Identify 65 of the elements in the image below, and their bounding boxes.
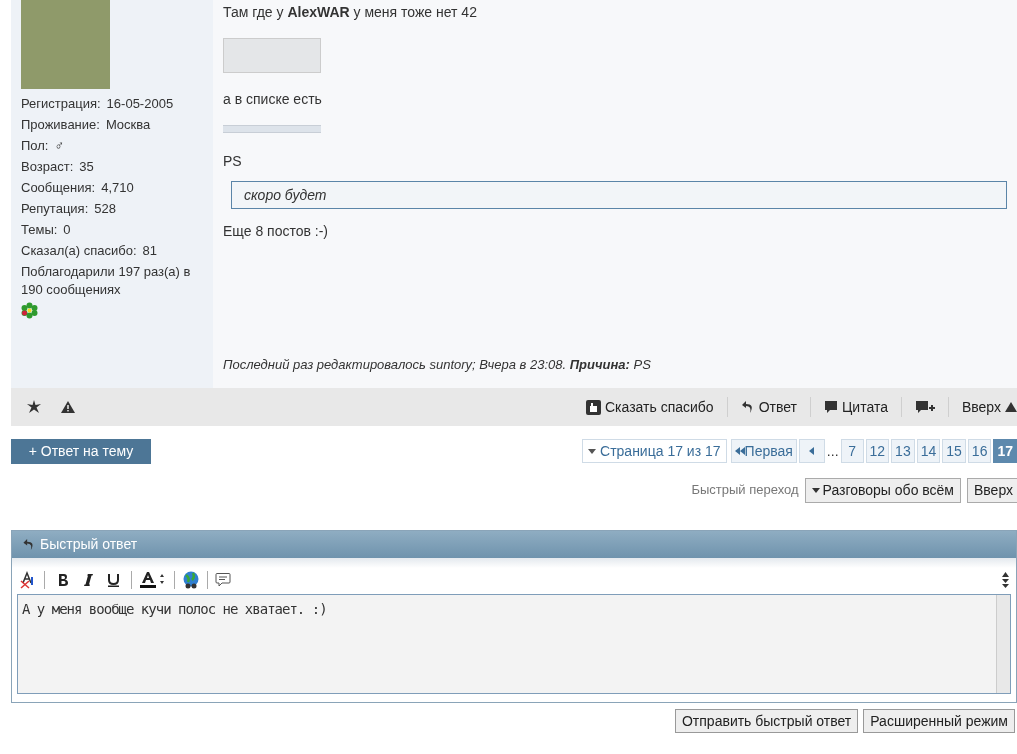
profile-value: 4,710 [101, 179, 134, 197]
profile-value: Москва [105, 116, 151, 134]
quote-block: скоро будет [231, 181, 1007, 209]
profile-label: Возраст: [21, 158, 74, 176]
profile-label: Проживание: [21, 116, 100, 134]
submit-button[interactable]: Отправить быстрый ответ [675, 709, 859, 733]
thanks-count: Поблагодарили 197 раз(а) в 190 сообщениях [21, 263, 192, 299]
profile-label: Регистрация: [21, 95, 101, 113]
profile-value: 16-05-2005 [106, 95, 174, 113]
forum-dropdown[interactable]: Разговоры обо всём [804, 477, 961, 503]
warning-icon[interactable] [61, 401, 75, 413]
page-selector[interactable]: Страница 17 из 17 [582, 439, 727, 463]
post-text: Там где у AlexWAR у меня тоже нет 42 [223, 3, 478, 22]
page-link[interactable]: 15 [942, 439, 966, 463]
profile-value: 528 [94, 200, 116, 218]
reply-button[interactable]: Ответ [740, 396, 797, 418]
profile-value: 81 [142, 242, 157, 260]
page-link[interactable]: 14 [916, 439, 941, 463]
dropdown-caret-icon [811, 487, 820, 493]
thanks-button[interactable]: Сказать спасибо [586, 396, 714, 418]
left-arrow-icon [809, 447, 815, 455]
up-triangle-icon [1005, 402, 1017, 412]
scrollbar[interactable] [996, 595, 1010, 693]
speech-bubble-icon[interactable] [215, 572, 231, 588]
dropdown-caret-icon [588, 448, 597, 454]
quote-button[interactable]: Цитата [824, 396, 888, 418]
profile-label: Пол: [21, 137, 49, 155]
post-text: а в списке есть [223, 90, 323, 109]
quick-nav-label: Быстрый переход [691, 481, 799, 500]
quick-reply-title: Быстрый ответ [40, 535, 138, 554]
star-icon[interactable] [27, 400, 41, 414]
profile-value: 0 [63, 221, 71, 239]
first-page-link[interactable]: Первая [730, 439, 797, 463]
multiquote-button[interactable] [914, 400, 935, 414]
submit-button[interactable]: Расширенный режим [863, 709, 1015, 733]
page-link[interactable]: 13 [891, 439, 915, 463]
top-button[interactable]: Вверх [961, 396, 1017, 418]
top-button[interactable]: Вверх [967, 477, 1017, 503]
multiquote-icon [914, 400, 935, 414]
page-link[interactable]: 7 [840, 439, 864, 463]
profile-label: Сообщения: [21, 179, 96, 197]
profile-value: 35 [79, 158, 94, 176]
reply-arrow-icon [740, 400, 755, 414]
flower-icon [21, 302, 38, 319]
page-link[interactable]: 12 [865, 439, 890, 463]
profile-label: Темы: [21, 221, 58, 239]
page-link[interactable]: 17 [993, 439, 1017, 463]
quote-icon [824, 400, 838, 414]
thumbs-up-icon [586, 399, 601, 415]
post-text: PS [223, 152, 243, 171]
page-link[interactable]: 16 [967, 439, 992, 463]
profile-label: Репутация: [21, 200, 89, 218]
resize-arrows-icon[interactable] [1002, 572, 1009, 588]
double-left-icon [734, 447, 745, 455]
text-color-icon[interactable] [139, 570, 167, 590]
profile-value: ♂ [54, 137, 65, 155]
post-text: Еще 8 постов :-) [223, 222, 329, 241]
profile-label: Сказал(а) спасибо: [21, 242, 137, 260]
reply-text: А у меня вообще кучи полос не хватает. :) [21, 600, 328, 619]
page-ellipsis: ... [826, 441, 839, 461]
previous-page-button[interactable] [798, 439, 825, 463]
reply-to-thread-button[interactable]: + Ответ на тему [11, 439, 151, 464]
globe-link-icon[interactable] [182, 571, 200, 589]
edit-note: Последний раз редактировалось suntory; Вчера в 23:08. Причина: PS [223, 355, 652, 374]
reply-text-area[interactable]: А у меня вообще кучи полос не хватает. :) [17, 594, 1011, 694]
